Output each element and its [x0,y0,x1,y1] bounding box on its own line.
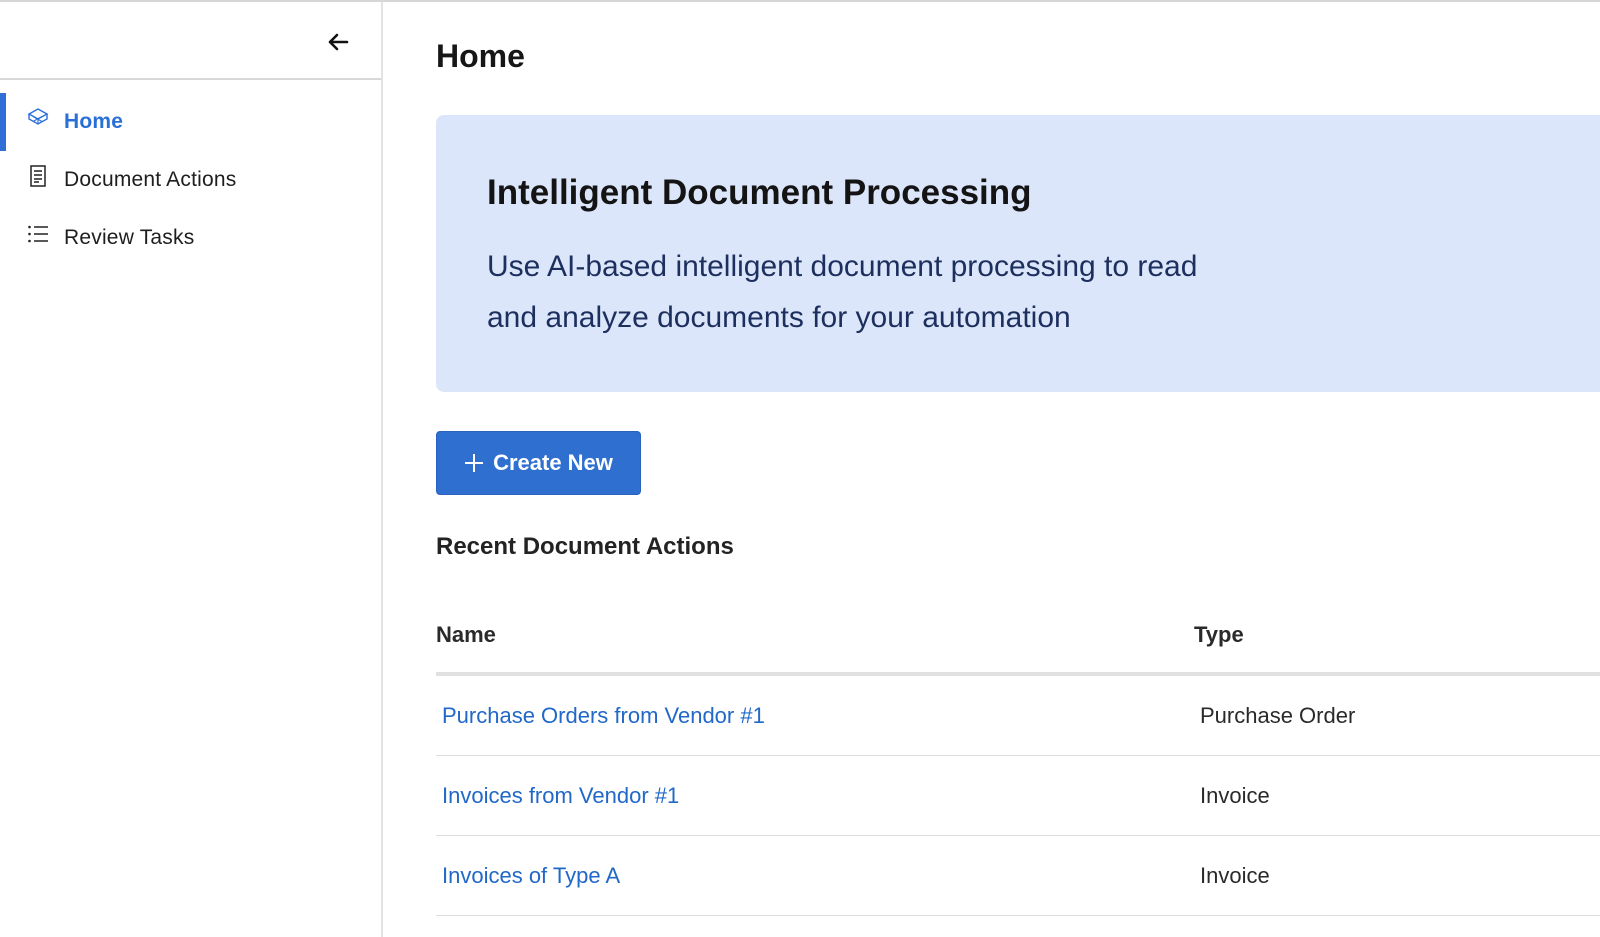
table-row: Invoices from Vendor #1 Invoice [436,756,1600,836]
collapse-sidebar-button[interactable] [322,26,354,58]
sidebar-item-document-actions[interactable]: Document Actions [0,151,381,209]
hero-title: Intelligent Document Processing [487,173,1032,212]
hero-description-line: Use AI-based intelligent document proces… [487,250,1198,283]
document-action-link[interactable]: Purchase Orders from Vendor #1 [442,703,765,729]
table-header: Name Type [436,600,1600,676]
column-header-name[interactable]: Name [436,622,496,648]
sidebar-item-label: Document Actions [64,168,237,191]
sidebar-nav: Home Document Actions Review Tasks [0,80,381,267]
page-title: Home [436,38,525,74]
table-row: Purchase Orders from Vendor #1 Purchase … [436,676,1600,756]
sidebar-item-review-tasks[interactable]: Review Tasks [0,209,381,267]
plus-icon [464,453,484,473]
hero-description-line: and analyze documents for your automatio… [487,301,1071,334]
hero-description: Use AI-based intelligent document proces… [487,241,1287,343]
document-action-link[interactable]: Invoices of Type A [442,863,620,889]
home-cube-icon [27,106,49,130]
sidebar-header [0,2,381,80]
document-action-type: Invoice [1200,783,1270,808]
main-content: Home Intelligent Document Processing Use… [436,0,1600,937]
create-new-button[interactable]: Create New [436,431,641,495]
table-row: Invoices of Type A Invoice [436,836,1600,916]
sidebar-item-label: Home [64,110,124,133]
column-header-type[interactable]: Type [1194,622,1244,648]
recent-document-actions-title: Recent Document Actions [436,533,734,560]
document-action-type: Invoice [1200,863,1270,888]
document-icon [27,164,49,188]
list-icon [27,222,49,246]
document-action-link[interactable]: Invoices from Vendor #1 [442,783,679,809]
sidebar-item-home[interactable]: Home [0,93,381,151]
sidebar-item-label: Review Tasks [64,226,195,249]
hero-banner: Intelligent Document Processing Use AI-b… [436,115,1600,392]
recent-actions-table: Name Type Purchase Orders from Vendor #1… [436,600,1600,916]
document-action-type: Purchase Order [1200,703,1356,728]
create-new-label: Create New [493,450,613,475]
sidebar: Home Document Actions Review Tasks [0,2,383,937]
arrow-left-icon [328,33,349,51]
